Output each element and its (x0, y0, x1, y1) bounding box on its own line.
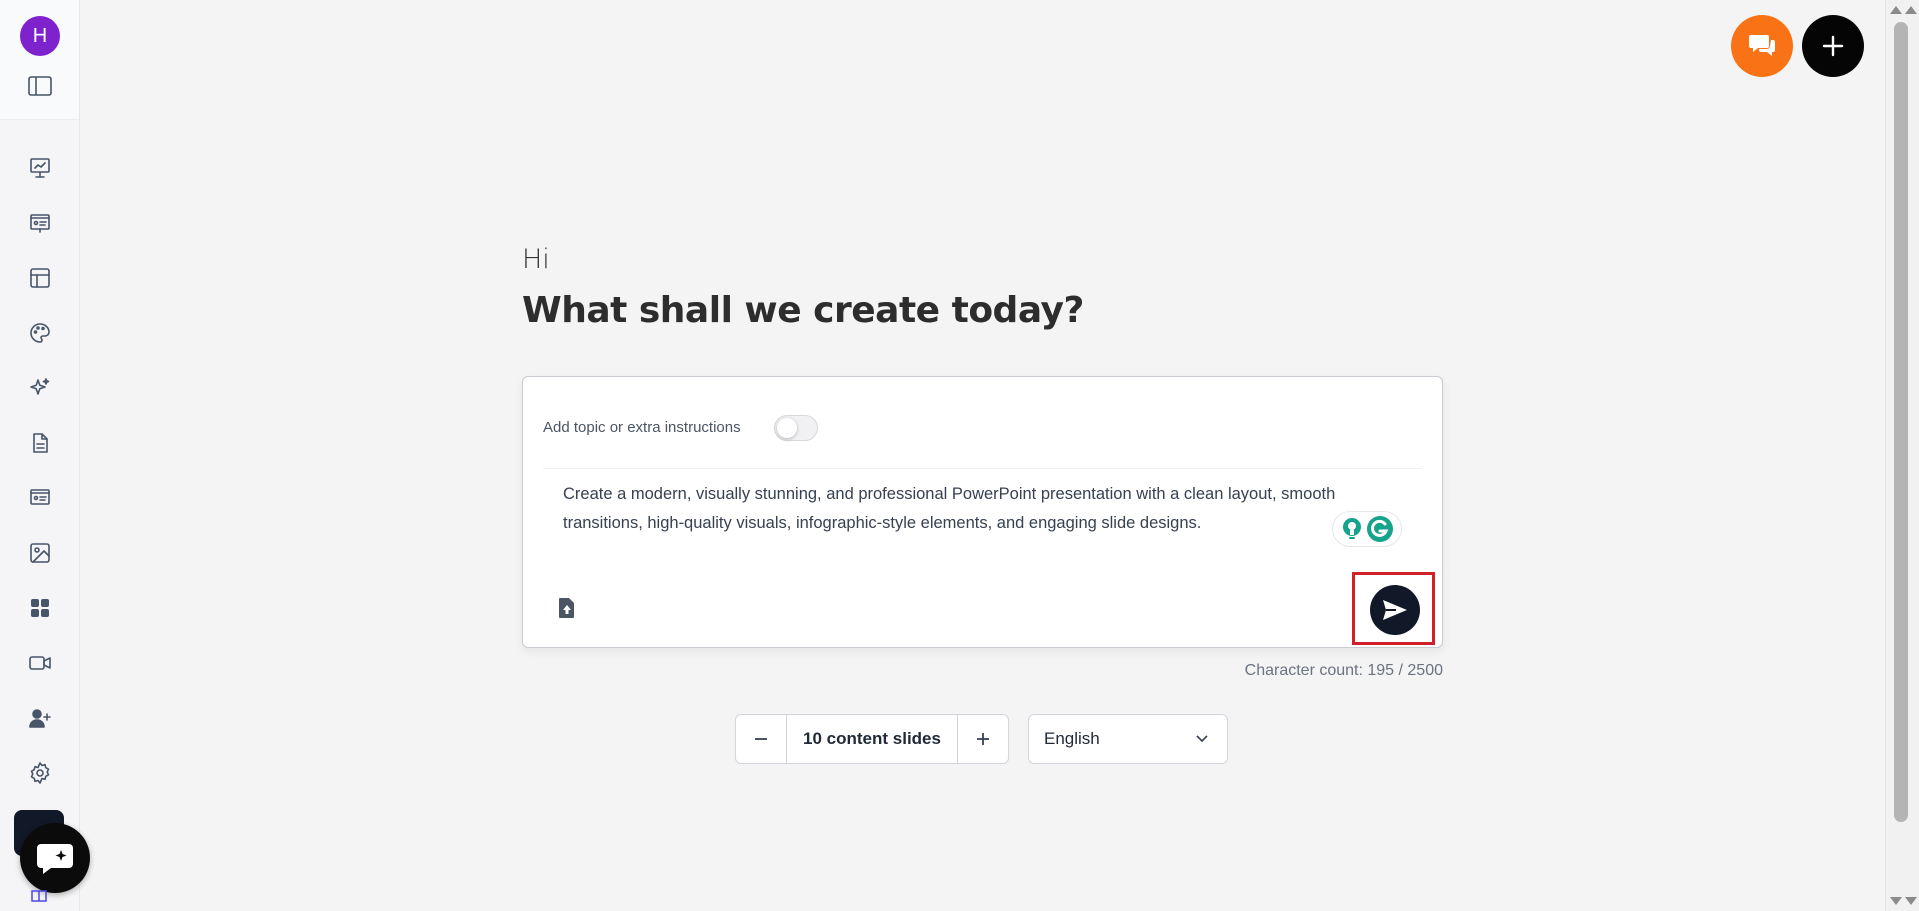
send-arrow-icon (1383, 600, 1407, 620)
presentation-chart-icon (30, 157, 50, 178)
plus-small-icon (977, 733, 989, 745)
nav-item-images[interactable] (0, 525, 80, 580)
lightbulb-icon (1342, 518, 1361, 539)
add-user-icon (29, 708, 51, 728)
vertical-scrollbar[interactable] (1885, 0, 1919, 911)
nav-item-presentations[interactable] (0, 140, 80, 195)
support-chat-button[interactable] (20, 823, 90, 893)
apps-grid-icon (31, 598, 49, 617)
nav-item-invite[interactable] (0, 690, 80, 745)
nav-item-ai[interactable] (0, 360, 80, 415)
nav-item-settings[interactable] (0, 745, 80, 800)
nav-item-templates[interactable] (0, 250, 80, 305)
increase-slides-button[interactable] (957, 715, 1008, 763)
toggle-knob (777, 418, 797, 438)
new-presentation-button[interactable] (1802, 15, 1864, 77)
decrease-slides-button[interactable] (736, 715, 787, 763)
page-title: What shall we create today? (522, 290, 1084, 331)
prompt-card: Add topic or extra instructions Create a… (522, 376, 1443, 648)
scroll-thumb[interactable] (1894, 22, 1908, 822)
avatar[interactable]: H (20, 16, 60, 56)
prompt-card-header: Add topic or extra instructions (543, 397, 1422, 469)
chat-sparkle-icon (37, 844, 73, 874)
slides-count-value: 10 content slides (803, 729, 941, 748)
sidebar-toggle-icon[interactable] (28, 76, 52, 96)
image-icon (30, 542, 50, 563)
minus-icon (755, 738, 767, 740)
nav-item-apps[interactable] (0, 580, 80, 635)
sidebar-nav (0, 140, 80, 800)
layout-icon (30, 267, 50, 288)
scroll-up-arrows-icon (1890, 6, 1917, 14)
palette-icon (30, 322, 50, 343)
topic-toggle-label: Add topic or extra instructions (543, 419, 741, 436)
sidebar: H (0, 0, 90, 911)
scroll-down-arrows-icon (1890, 897, 1917, 905)
gift-icon[interactable] (30, 884, 48, 902)
chevron-down-icon (1196, 735, 1208, 743)
nav-item-slides[interactable] (0, 195, 80, 250)
character-count: Character count: 195 / 2500 (1244, 662, 1443, 679)
plus-icon (1822, 35, 1844, 57)
nav-item-videos[interactable] (0, 635, 80, 690)
feedback-button[interactable] (1731, 15, 1793, 77)
language-value: English (1044, 729, 1100, 748)
slides-icon (30, 213, 50, 233)
sparkles-icon (30, 377, 50, 395)
prompt-textarea[interactable]: Create a modern, visually stunning, and … (563, 480, 1393, 538)
settings-icon (30, 761, 50, 784)
nav-item-documents[interactable] (0, 415, 80, 470)
slideshow-icon (30, 488, 50, 505)
topic-toggle-switch[interactable] (774, 415, 818, 441)
document-icon (33, 432, 48, 453)
nav-item-slideshows[interactable] (0, 470, 80, 525)
send-button[interactable] (1370, 585, 1420, 635)
slides-count-stepper: 10 content slides (735, 714, 1009, 764)
grammarly-widget[interactable] (1332, 511, 1402, 547)
upload-file-icon[interactable] (557, 597, 577, 619)
language-select[interactable]: English (1028, 714, 1228, 764)
video-icon (29, 655, 51, 670)
grammarly-g-icon (1366, 516, 1393, 542)
nav-item-themes[interactable] (0, 305, 80, 360)
greeting: Hi (522, 244, 550, 275)
feedback-chat-icon (1749, 35, 1775, 56)
